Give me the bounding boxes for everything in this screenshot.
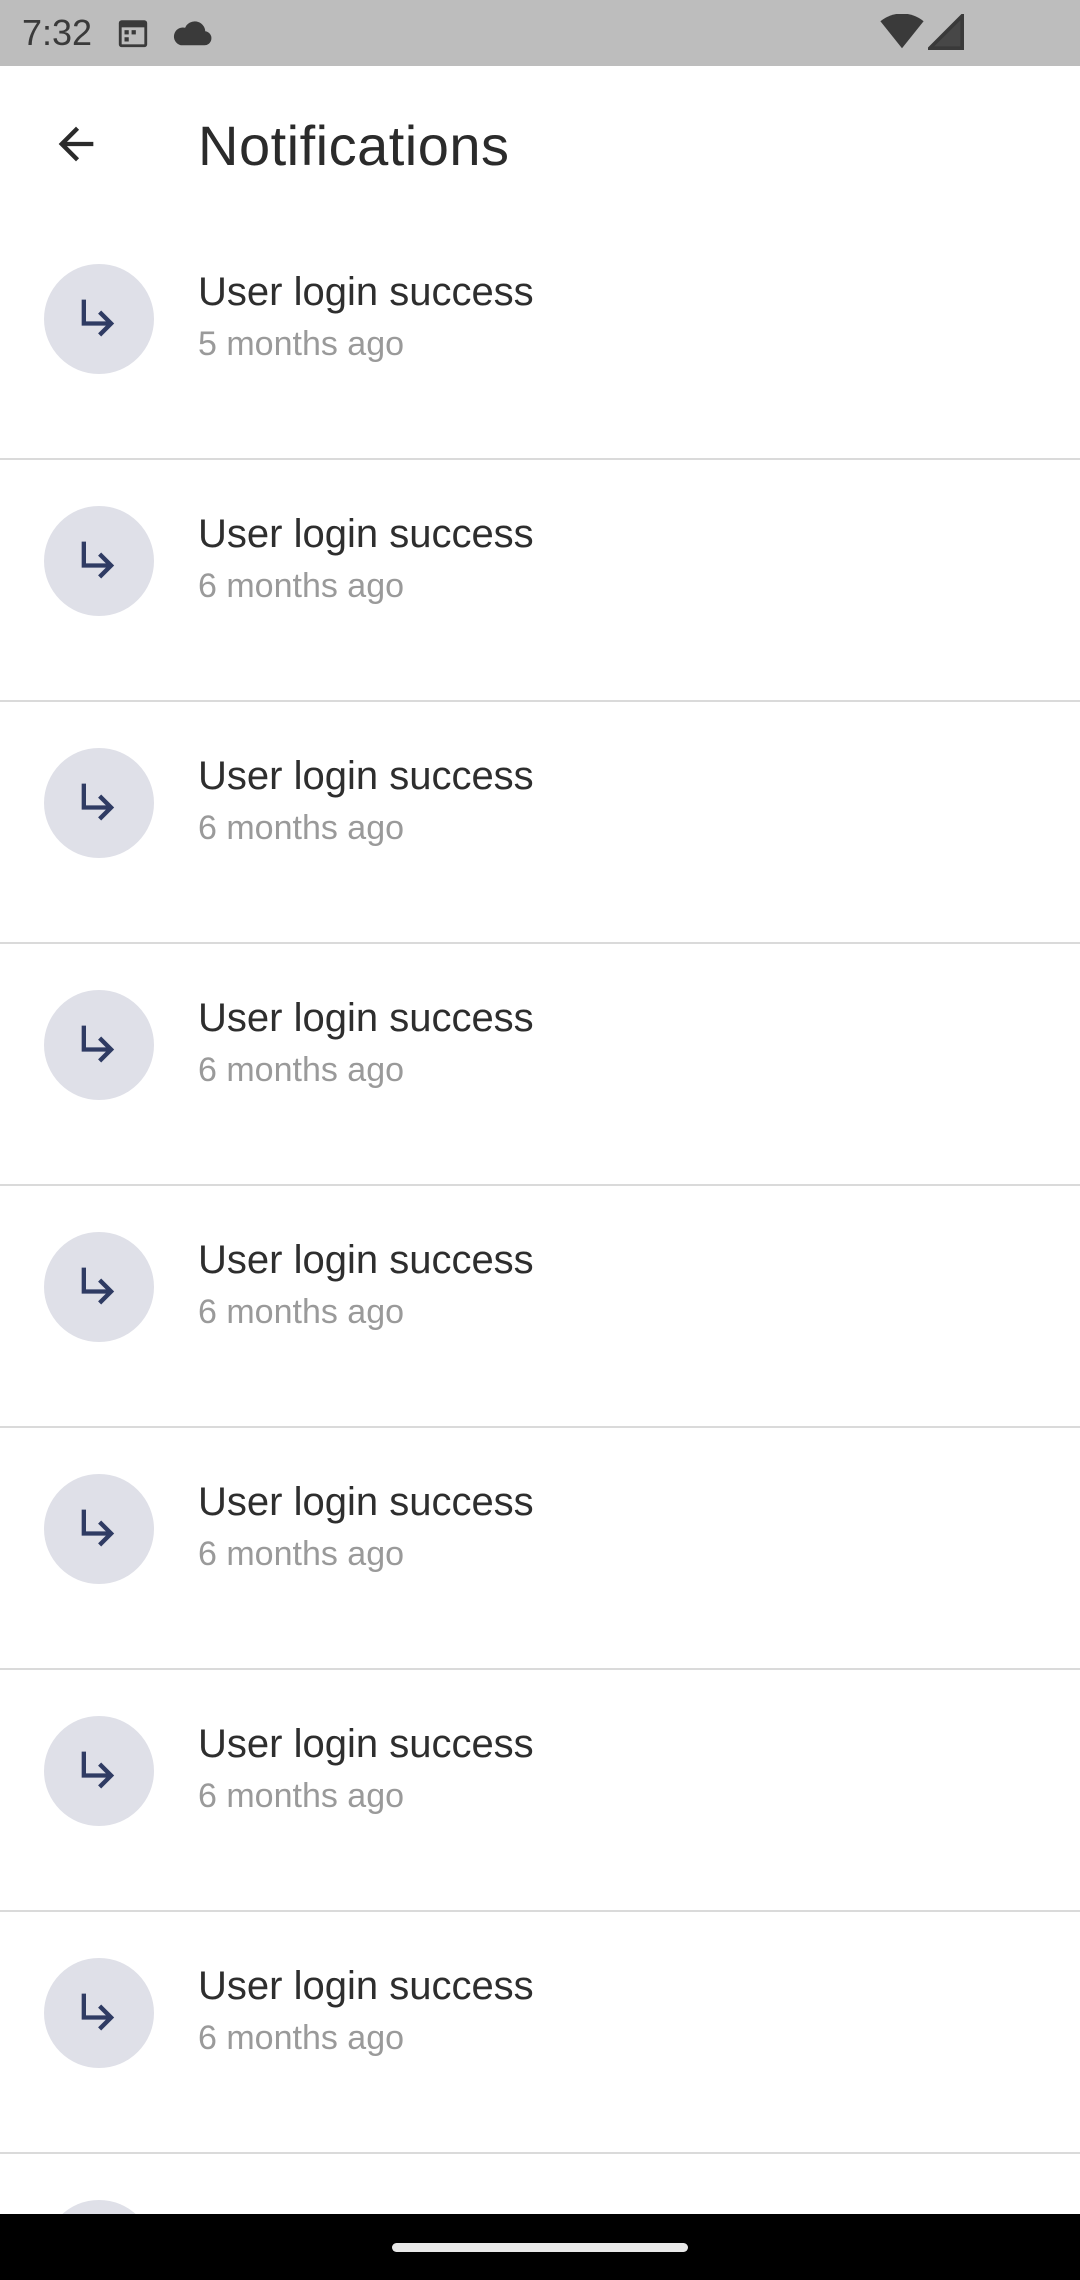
notification-title: User login success xyxy=(198,996,534,1040)
notification-title: User login success xyxy=(198,1964,534,2008)
notification-item[interactable]: User login success 6 months ago xyxy=(0,460,1080,702)
notification-avatar xyxy=(44,748,154,858)
notification-avatar xyxy=(44,990,154,1100)
notification-title: User login success xyxy=(198,270,534,314)
notification-item[interactable]: User login success 6 months ago xyxy=(0,1912,1080,2154)
status-time: 7:32 xyxy=(22,12,93,53)
notification-title: User login success xyxy=(198,754,534,798)
arrow-back-icon xyxy=(50,118,102,175)
calendar-icon xyxy=(116,16,150,50)
home-gesture-handle[interactable] xyxy=(392,2243,688,2252)
notification-time: 5 months ago xyxy=(198,325,405,363)
notification-title: User login success xyxy=(198,512,534,556)
notification-time: 6 months ago xyxy=(198,2019,405,2057)
status-bar: 7:32 xyxy=(0,0,1080,66)
notification-avatar xyxy=(44,1232,154,1342)
notification-title: User login success xyxy=(198,1238,534,1282)
notification-item[interactable]: User login success 6 months ago xyxy=(0,1186,1080,1428)
notification-avatar xyxy=(44,264,154,374)
subdirectory-arrow-right-icon xyxy=(73,1017,125,1074)
notification-time: 6 months ago xyxy=(198,1051,405,1089)
subdirectory-arrow-right-icon xyxy=(73,1743,125,1800)
subdirectory-arrow-right-icon xyxy=(73,1985,125,2042)
notification-time: 6 months ago xyxy=(198,1293,405,1331)
back-button[interactable] xyxy=(36,106,116,186)
subdirectory-arrow-right-icon xyxy=(73,1501,125,1558)
notification-item[interactable]: User login success 6 months ago xyxy=(0,1428,1080,1670)
subdirectory-arrow-right-icon xyxy=(73,1259,125,1316)
notification-time: 6 months ago xyxy=(198,567,405,605)
subdirectory-arrow-right-icon xyxy=(73,775,125,832)
notification-time: 6 months ago xyxy=(198,809,405,847)
page-title: Notifications xyxy=(198,114,510,177)
notification-list[interactable]: User login success 5 months ago User log… xyxy=(0,218,1080,2224)
notification-avatar xyxy=(44,1958,154,2068)
notification-item[interactable]: User login success 6 months ago xyxy=(0,702,1080,944)
notification-item[interactable]: User login success 5 months ago xyxy=(0,218,1080,460)
notification-avatar xyxy=(44,1716,154,1826)
signal-icon xyxy=(928,14,964,50)
subdirectory-arrow-right-icon xyxy=(73,533,125,590)
subdirectory-arrow-right-icon xyxy=(73,291,125,348)
notification-item[interactable]: User login success 6 months ago xyxy=(0,944,1080,1186)
notification-avatar xyxy=(44,1474,154,1584)
notification-avatar xyxy=(44,506,154,616)
system-nav-bar xyxy=(0,2214,1080,2280)
wifi-icon xyxy=(880,14,924,50)
notification-title: User login success xyxy=(198,1480,534,1524)
cloud-icon xyxy=(172,18,214,48)
app-bar: Notifications xyxy=(0,66,1080,218)
notification-title: User login success xyxy=(198,1722,534,1766)
notification-item[interactable]: User login success 6 months ago xyxy=(0,1670,1080,1912)
notification-time: 6 months ago xyxy=(198,1777,405,1815)
notification-time: 6 months ago xyxy=(198,1535,405,1573)
